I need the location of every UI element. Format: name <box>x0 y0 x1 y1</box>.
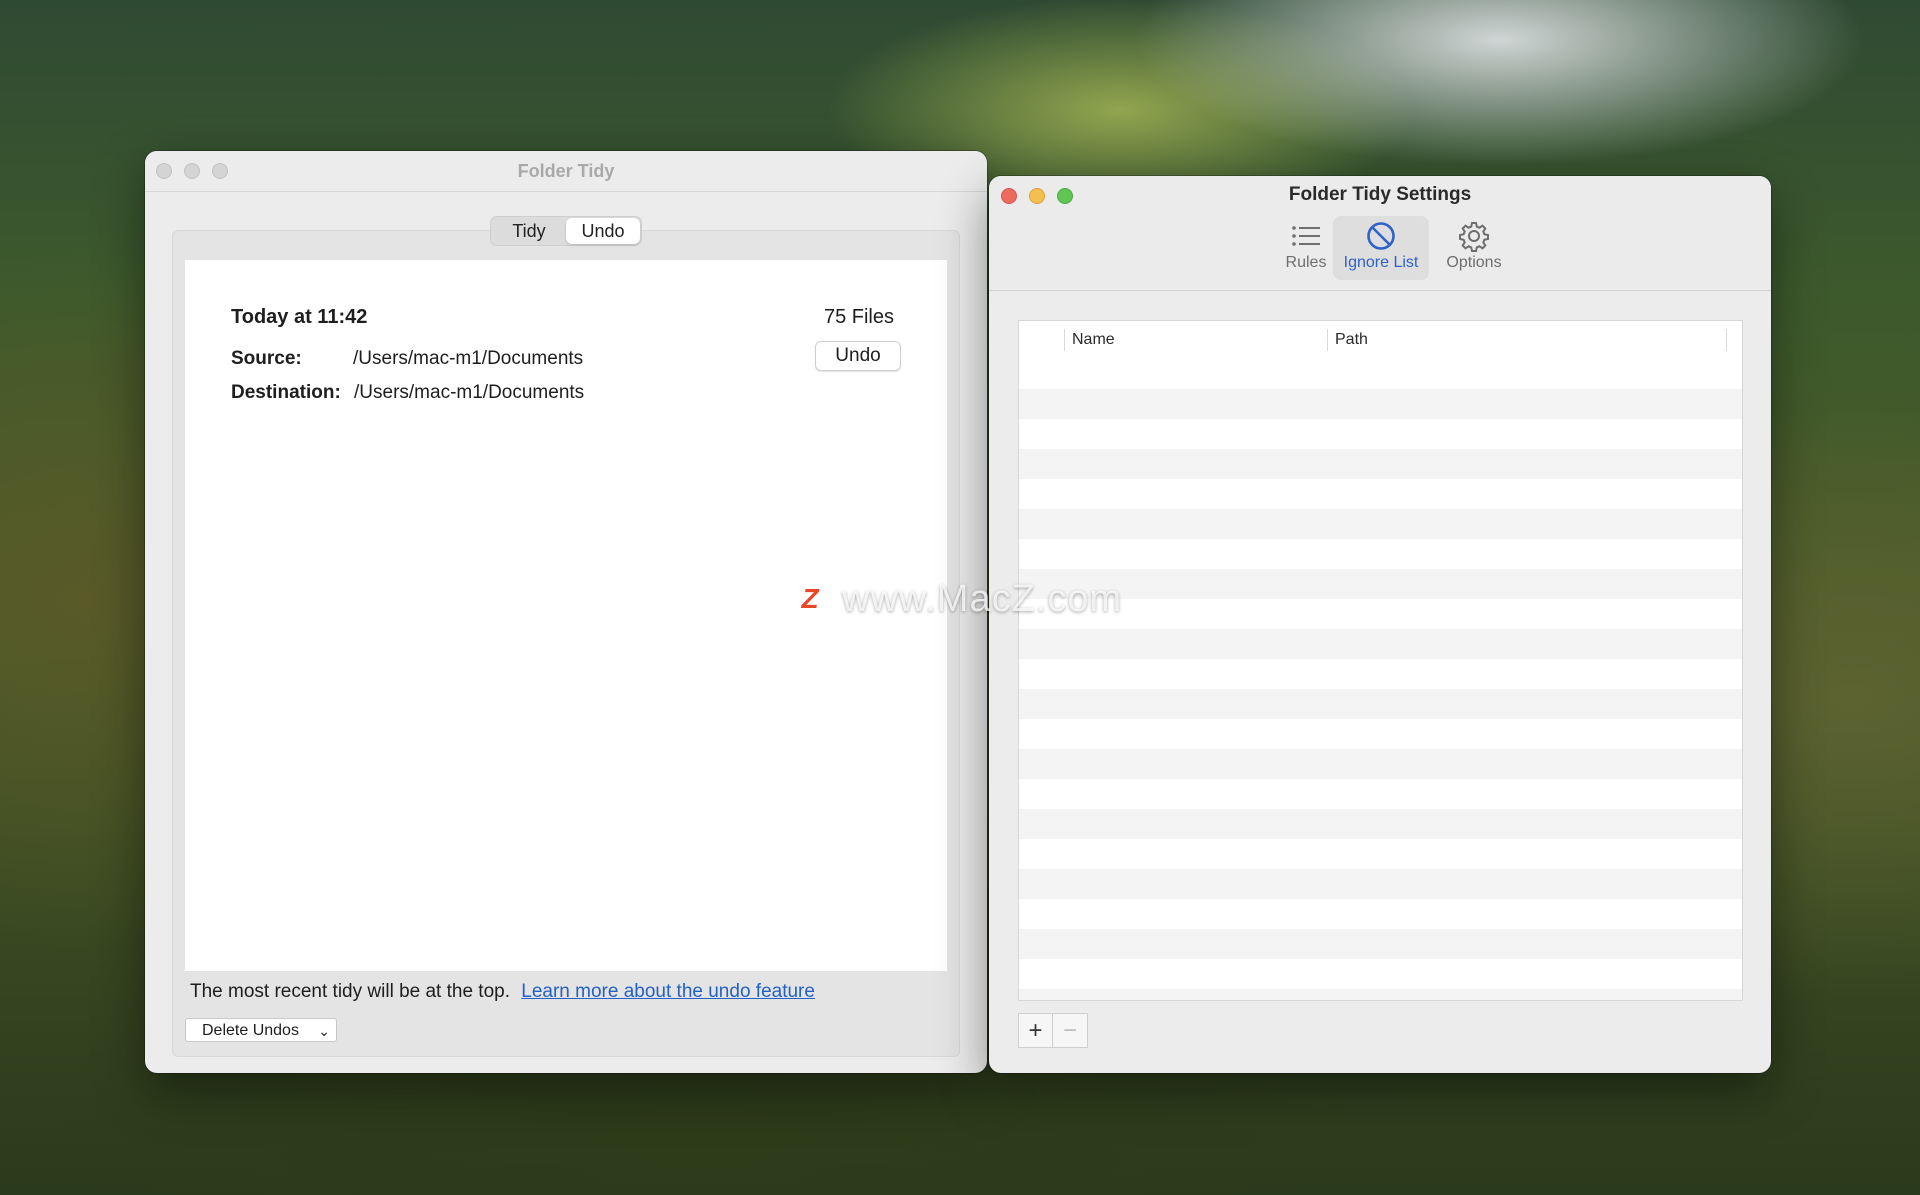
toolbar-options-label: Options <box>1446 254 1502 271</box>
table-row <box>1019 869 1742 899</box>
undo-button[interactable]: Undo <box>815 341 901 371</box>
column-divider <box>1327 329 1328 351</box>
chevron-down-icon: ⌄ <box>318 1023 330 1039</box>
destination-path: /Users/mac-m1/Documents <box>354 382 585 403</box>
table-row <box>1019 359 1742 389</box>
undo-list: Today at 11:42 75 Files Source: /Users/m… <box>185 260 947 971</box>
window-title: Folder Tidy Settings <box>1288 184 1472 205</box>
title-bar: Folder Tidy <box>145 151 987 192</box>
table-row <box>1019 809 1742 839</box>
table-row <box>1019 629 1742 659</box>
table-row <box>1019 539 1742 569</box>
tab-undo[interactable]: Undo <box>566 218 640 244</box>
prohibited-icon <box>1333 219 1429 253</box>
table-row <box>1019 899 1742 929</box>
ignore-list-table[interactable]: Name Path <box>1018 320 1743 1001</box>
table-header: Name Path <box>1019 321 1742 360</box>
delete-undos-popup[interactable]: Delete Undos ⌄ <box>185 1018 337 1042</box>
delete-undos-label: Delete Undos <box>202 1022 299 1039</box>
tab-tidy[interactable]: Tidy <box>492 218 566 244</box>
gear-icon <box>1437 219 1511 253</box>
learn-more-link[interactable]: Learn more about the undo feature <box>521 981 815 1002</box>
settings-window: Folder Tidy Settings Rules Ignore List O… <box>989 176 1771 1073</box>
column-header-name[interactable]: Name <box>1072 321 1115 359</box>
destination-label: Destination: <box>231 382 341 403</box>
folder-tidy-window: Folder Tidy Tidy Undo Today at 11:42 75 … <box>145 151 987 1073</box>
undo-entry-file-count: 75 Files <box>823 306 894 328</box>
table-row <box>1019 749 1742 779</box>
table-row <box>1019 959 1742 989</box>
toolbar-options[interactable]: Options <box>1437 216 1511 280</box>
footer-text: The most recent tidy will be at the top. <box>190 981 510 1002</box>
table-row <box>1019 569 1742 599</box>
table-row <box>1019 599 1742 629</box>
remove-button[interactable]: − <box>1053 1013 1088 1048</box>
footer-note: The most recent tidy will be at the top.… <box>190 981 815 1003</box>
toolbar-ignore-list-label: Ignore List <box>1343 254 1419 271</box>
table-row <box>1019 509 1742 539</box>
table-row <box>1019 449 1742 479</box>
table-row <box>1019 389 1742 419</box>
table-row <box>1019 479 1742 509</box>
column-divider <box>1064 329 1065 351</box>
column-header-path[interactable]: Path <box>1335 321 1368 359</box>
undo-entry-date: Today at 11:42 <box>231 306 368 328</box>
add-button[interactable]: + <box>1018 1013 1053 1048</box>
table-body <box>1019 359 1742 1000</box>
window-title: Folder Tidy <box>517 161 615 181</box>
source-path: /Users/mac-m1/Documents <box>353 348 584 369</box>
tab-switcher: Tidy Undo <box>490 216 642 246</box>
settings-toolbar: Folder Tidy Settings Rules Ignore List O… <box>989 176 1771 291</box>
table-row <box>1019 989 1742 1000</box>
column-divider <box>1726 329 1727 351</box>
toolbar-ignore-list[interactable]: Ignore List <box>1333 216 1429 280</box>
table-row <box>1019 659 1742 689</box>
table-row <box>1019 779 1742 809</box>
table-row <box>1019 419 1742 449</box>
table-row <box>1019 719 1742 749</box>
source-label: Source: <box>231 348 302 369</box>
table-row <box>1019 929 1742 959</box>
table-row <box>1019 689 1742 719</box>
add-remove-control: + − <box>1018 1013 1090 1049</box>
table-row <box>1019 839 1742 869</box>
